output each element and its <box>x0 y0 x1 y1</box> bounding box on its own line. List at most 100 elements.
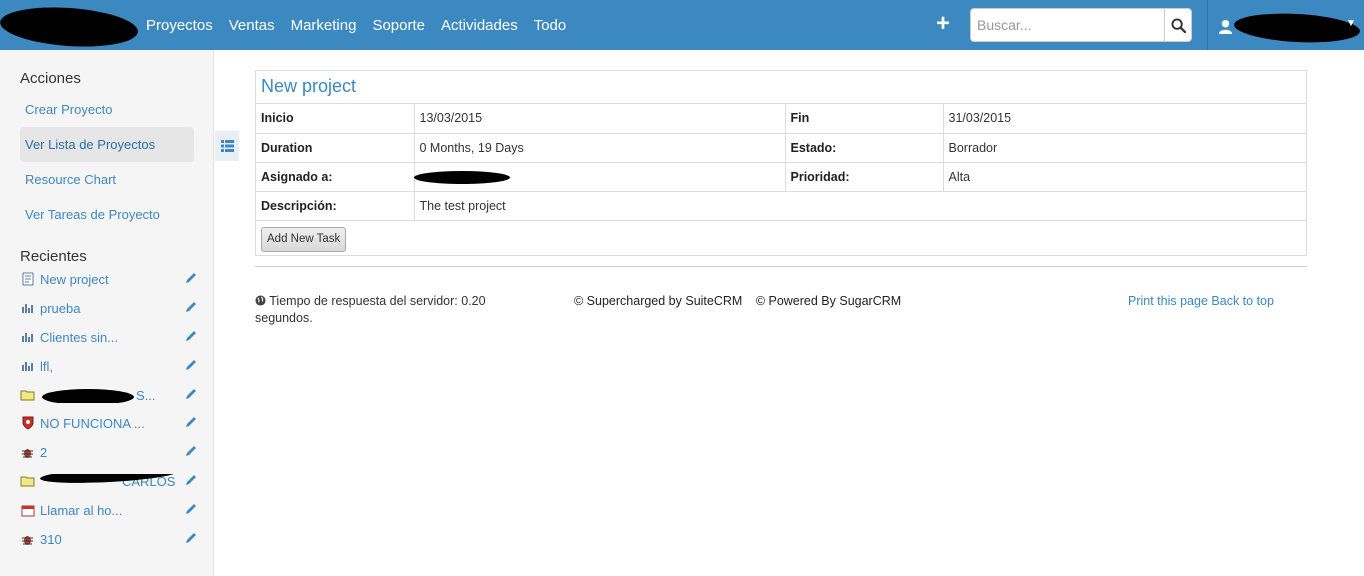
user-menu[interactable]: ▼ <box>1214 10 1364 46</box>
chart-icon <box>20 301 35 316</box>
globe-icon <box>255 295 266 306</box>
status-label: Estado: <box>785 133 944 163</box>
priority-value: Alta <box>943 162 1306 192</box>
recent-item-label: NO FUNCIONA ... <box>40 415 145 431</box>
recent-item-label: 2 <box>40 444 48 460</box>
folder-icon <box>20 388 35 403</box>
detail-row: Descripción: The test project <box>256 191 1306 221</box>
calendar-icon <box>20 503 35 518</box>
end-label: Fin <box>785 104 944 134</box>
redacted-text <box>413 170 510 184</box>
recent-item-label: Llamar al ho... <box>40 502 123 518</box>
logo-redacted[interactable] <box>0 3 140 51</box>
quick-create-plus-icon[interactable]: + <box>934 12 952 36</box>
description-value: The test project <box>414 191 1306 221</box>
recent-item[interactable]: 310 <box>20 529 198 549</box>
end-value: 31/03/2015 <box>943 104 1306 134</box>
nav-divider <box>1207 0 1208 50</box>
recent-item[interactable]: Llamar al ho... <box>20 500 198 520</box>
chevron-down-icon: ▼ <box>1346 18 1356 29</box>
chart-icon <box>20 330 35 345</box>
server-response-time: Tiempo de respuesta del servidor: 0.20 s… <box>255 293 505 327</box>
pencil-icon[interactable] <box>184 300 198 314</box>
search-input[interactable] <box>971 9 1164 41</box>
redacted-text <box>42 388 134 403</box>
start-label: Inicio <box>256 104 415 134</box>
sidebar-action-crear-proyecto[interactable]: Crear Proyecto <box>20 92 194 127</box>
page-title: New project <box>256 71 1306 104</box>
sidebar-action-resource-chart[interactable]: Resource Chart <box>20 162 194 197</box>
recent-item-label: CARLOS <box>40 473 180 489</box>
assigned-value[interactable] <box>413 162 786 192</box>
project-icon <box>20 272 35 287</box>
user-icon <box>1218 19 1233 34</box>
recent-item[interactable]: prueba <box>20 298 198 318</box>
actions-title: Acciones <box>20 70 81 87</box>
assigned-label: Asignado a: <box>256 162 415 192</box>
powered-link[interactable]: © Powered By SugarCRM <box>756 294 901 308</box>
recent-item-label: prueba <box>40 300 81 316</box>
detail-row: Inicio 13/03/2015 Fin 31/03/2015 <box>256 104 1306 134</box>
nav-item-actividades[interactable]: Actividades <box>441 17 518 34</box>
sidebar-toggle-button[interactable] <box>215 131 239 161</box>
sidebar-action-ver-lista[interactable]: Ver Lista de Proyectos <box>20 127 194 162</box>
bug-icon <box>20 445 35 460</box>
pencil-icon[interactable] <box>184 502 198 516</box>
top-navbar: Proyectos Ventas Marketing Soporte Activ… <box>0 0 1364 51</box>
nav-item-ventas[interactable]: Ventas <box>229 17 275 34</box>
recent-item-label: Clientes sin... <box>40 329 119 345</box>
detail-table: Inicio 13/03/2015 Fin 31/03/2015 Duratio… <box>256 104 1306 221</box>
recent-item-label: New project <box>40 271 109 287</box>
recent-item-label: 310 <box>40 531 62 547</box>
pencil-icon[interactable] <box>184 329 198 343</box>
pencil-icon[interactable] <box>184 271 198 285</box>
back-to-top-link[interactable]: Back to top <box>1211 294 1274 308</box>
priority-label: Prioridad: <box>785 162 944 192</box>
pencil-icon[interactable] <box>184 444 198 458</box>
print-page-link[interactable]: Print this page <box>1128 294 1208 308</box>
add-new-task-button[interactable]: Add New Task <box>261 226 347 252</box>
recent-item[interactable]: Clientes sin... <box>20 327 198 347</box>
nav-item-soporte[interactable]: Soporte <box>372 17 425 34</box>
bug-icon <box>20 532 35 547</box>
nav-item-marketing[interactable]: Marketing <box>291 17 357 34</box>
sidebar: Acciones Crear Proyecto Ver Lista de Pro… <box>0 50 214 576</box>
supercharged-link[interactable]: © Supercharged by SuiteCRM <box>574 294 742 308</box>
recent-item[interactable]: lfl, <box>20 356 198 376</box>
search-box <box>970 8 1192 42</box>
search-icon <box>1170 17 1186 33</box>
footer-links: Print this page Back to top <box>1128 294 1274 308</box>
list-icon <box>220 140 234 152</box>
pencil-icon[interactable] <box>184 473 198 487</box>
pencil-icon[interactable] <box>184 387 198 401</box>
sidebar-action-ver-tareas[interactable]: Ver Tareas de Proyecto <box>20 197 194 232</box>
folder-icon <box>20 474 35 489</box>
recent-title: Recientes <box>20 248 87 265</box>
chart-icon <box>20 359 35 374</box>
pencil-icon[interactable] <box>184 358 198 372</box>
nav-item-todo[interactable]: Todo <box>534 17 567 34</box>
pencil-icon[interactable] <box>184 415 198 429</box>
button-row: Add New Task <box>256 221 1306 255</box>
main-nav: Proyectos Ventas Marketing Soporte Activ… <box>146 0 582 50</box>
search-button[interactable] <box>1164 9 1191 41</box>
recent-item[interactable]: S... <box>20 385 198 405</box>
username-redacted <box>1233 10 1361 46</box>
recent-item[interactable]: New project <box>20 269 198 289</box>
footer-divider <box>255 266 1307 267</box>
detail-row: Asignado a: Prioridad: Alta <box>256 162 1306 192</box>
project-detail-panel: New project Inicio 13/03/2015 Fin 31/03/… <box>255 70 1307 256</box>
duration-value: 0 Months, 19 Days <box>414 133 786 163</box>
nav-item-proyectos[interactable]: Proyectos <box>146 17 213 34</box>
start-value: 13/03/2015 <box>414 104 786 134</box>
recent-item[interactable]: NO FUNCIONA ... <box>20 413 198 433</box>
recent-item[interactable]: 2 <box>20 442 198 462</box>
duration-label: Duration <box>256 133 415 163</box>
status-value: Borrador <box>943 133 1306 163</box>
pencil-icon[interactable] <box>184 531 198 545</box>
response-time-text: Tiempo de respuesta del servidor: 0.20 s… <box>255 294 486 325</box>
footer-credits: © Supercharged by SuiteCRM © Powered By … <box>574 294 911 308</box>
recent-item-label: S... <box>40 388 180 403</box>
shield-icon <box>20 416 35 431</box>
recent-item[interactable]: CARLOS <box>20 471 198 491</box>
